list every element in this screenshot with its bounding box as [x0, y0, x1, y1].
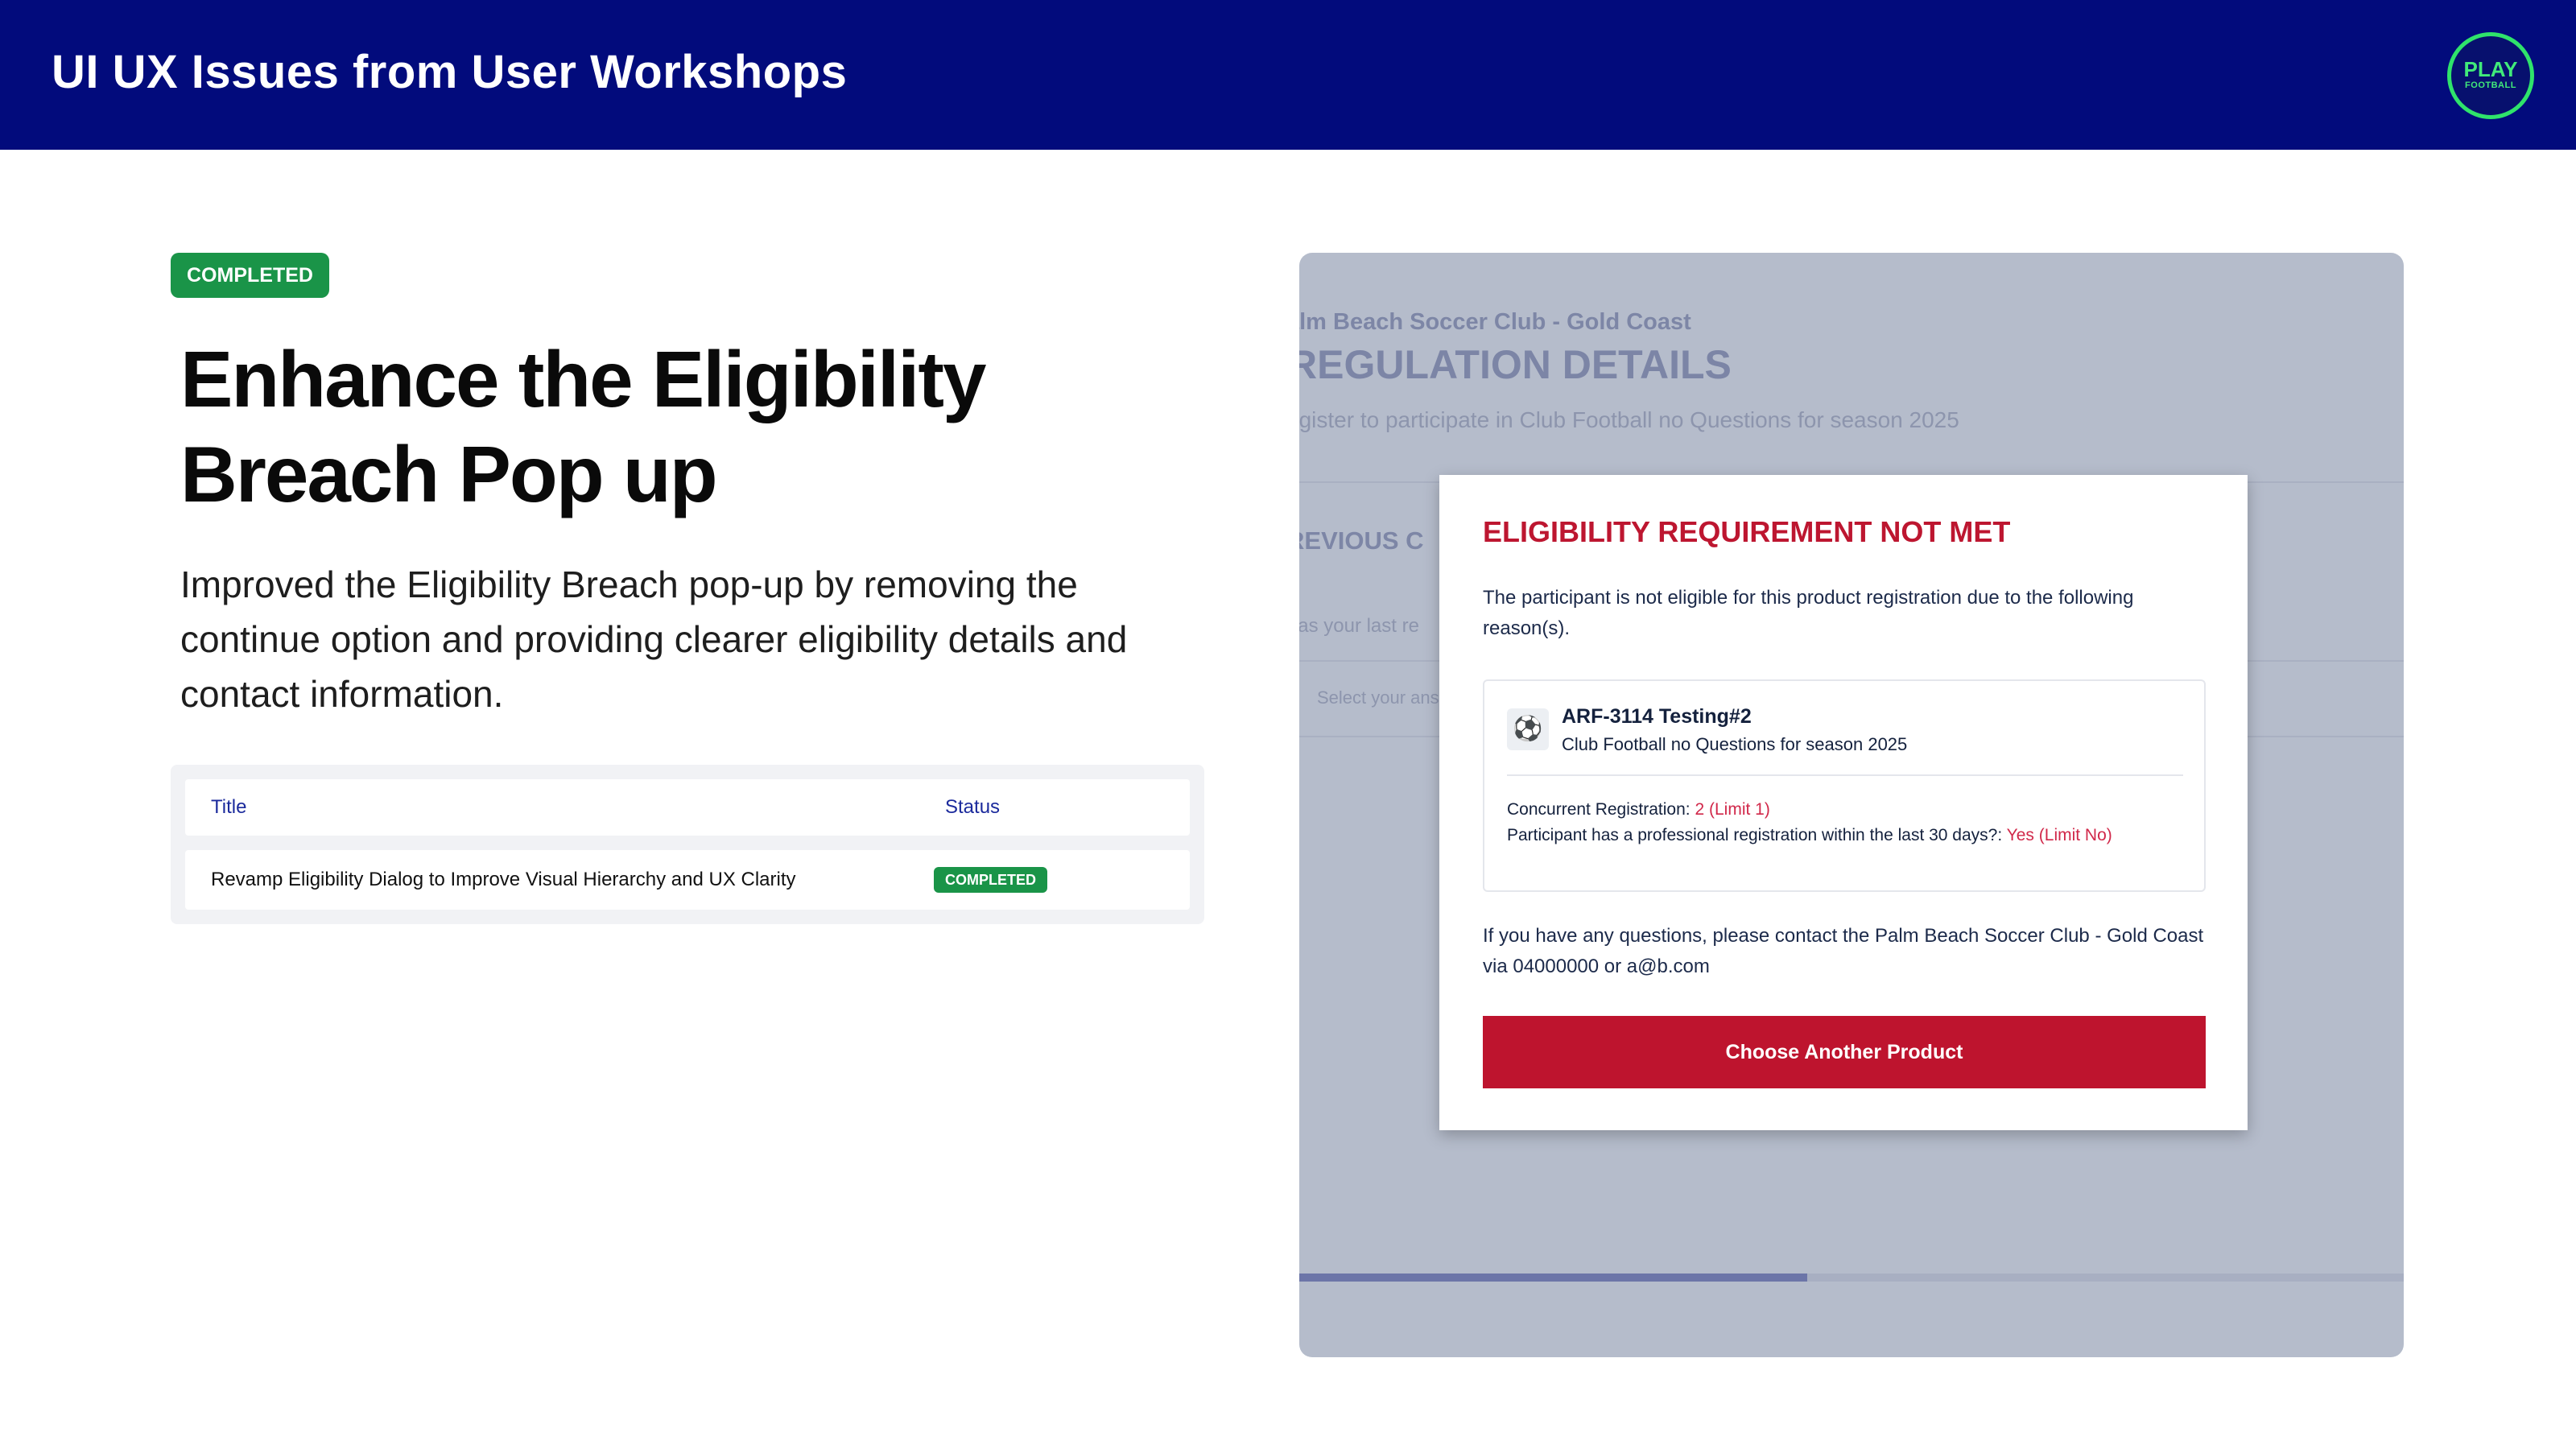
- bg-question: Vas your last re: [1299, 615, 1419, 637]
- slide-headline: Enhance the Eligibility Breach Pop up: [180, 332, 1227, 522]
- card-divider: [1507, 774, 2183, 776]
- status-badge: COMPLETED: [171, 253, 329, 298]
- reason-item: Participant has a professional registrat…: [1507, 826, 2112, 845]
- reason-value: 2: [1695, 800, 1705, 819]
- reason-value: Yes: [2006, 826, 2034, 844]
- reason-item: Concurrent Registration: 2 (Limit 1): [1507, 800, 1770, 819]
- contact-info: If you have any questions, please contac…: [1483, 925, 2204, 977]
- page-header-title: UI UX Issues from User Workshops: [52, 46, 848, 98]
- play-football-logo: PLAY FOOTBALL: [2447, 32, 2534, 119]
- reason-label: Participant has a professional registrat…: [1507, 826, 2003, 844]
- modal-intro: The participant is not eligible for this…: [1483, 587, 2134, 639]
- eligibility-popup-screenshot: alm Beach Soccer Club - Gold Coast REGUL…: [1299, 253, 2404, 1357]
- column-header-title: Title: [211, 796, 247, 818]
- table-header-row: Title Status: [185, 779, 1190, 836]
- row-title: Revamp Eligibility Dialog to Improve Vis…: [211, 869, 796, 890]
- product-subtitle: Club Football no Questions for season 20…: [1562, 734, 1908, 754]
- modal-title: ELIGIBILITY REQUIREMENT NOT MET: [1483, 515, 2011, 548]
- slide-description: Improved the Eligibility Breach pop-up b…: [180, 564, 1128, 715]
- table-row[interactable]: Revamp Eligibility Dialog to Improve Vis…: [185, 850, 1190, 910]
- football-icon: ⚽: [1507, 708, 1549, 750]
- issue-table: Title Status Revamp Eligibility Dialog t…: [171, 765, 1204, 924]
- product-name: ARF-3114 Testing#2: [1562, 705, 1752, 728]
- progress-bar: [1299, 1274, 2404, 1282]
- column-header-status: Status: [945, 796, 1001, 818]
- bg-page-subtitle: egister to participate in Club Football …: [1299, 407, 1959, 432]
- header-bar: UI UX Issues from User Workshops PLAY FO…: [0, 0, 2576, 150]
- progress-bar-fill: [1299, 1274, 1808, 1282]
- bg-page-heading: REGULATION DETAILS: [1299, 342, 1732, 387]
- headline-line-1: Enhance the Eligibility: [180, 335, 987, 423]
- reason-limit: (Limit No): [2038, 826, 2112, 844]
- reason-label: Concurrent Registration:: [1507, 800, 1690, 819]
- choose-another-product-button[interactable]: Choose Another Product: [1483, 1016, 2206, 1088]
- logo-text-football: FOOTBALL: [2465, 80, 2516, 90]
- bg-club-name: alm Beach Soccer Club - Gold Coast: [1299, 309, 1691, 335]
- eligibility-modal: ELIGIBILITY REQUIREMENT NOT MET The part…: [1439, 475, 2248, 1130]
- headline-line-2: Breach Pop up: [180, 430, 718, 518]
- product-card: ⚽ ARF-3114 Testing#2 Club Football no Qu…: [1483, 679, 2206, 892]
- bg-section-label: REVIOUS C: [1299, 526, 1424, 555]
- logo-text-play: PLAY: [2463, 57, 2518, 81]
- bg-answer-select: Select your ans: [1317, 687, 1439, 708]
- reason-limit: (Limit 1): [1708, 800, 1770, 819]
- row-status-badge: COMPLETED: [934, 867, 1048, 893]
